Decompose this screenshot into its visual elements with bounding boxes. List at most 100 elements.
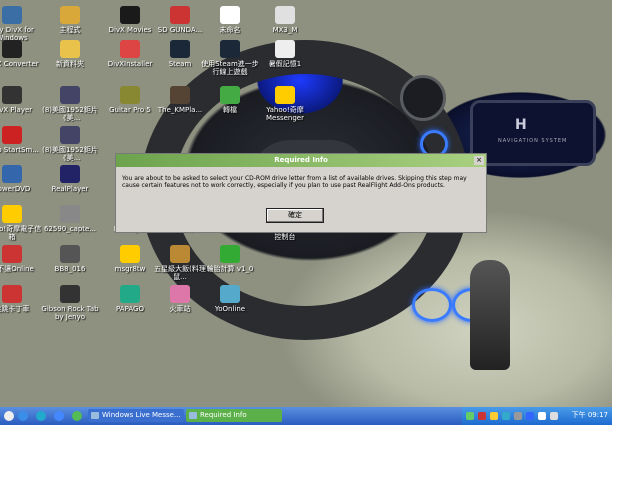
app-icon <box>2 245 22 263</box>
desktop-icon-label: MX3_M <box>272 26 298 34</box>
desktop-icon-label: 轉檔 <box>223 106 237 114</box>
desktop-icon-label: PowerDVD <box>0 185 31 193</box>
desktop-icon[interactable]: 未命名 <box>200 6 260 34</box>
close-button[interactable]: × <box>474 156 484 165</box>
close-icon: × <box>476 156 482 164</box>
wallpaper-nav-screen <box>470 100 596 166</box>
app-icon <box>189 412 197 419</box>
app-icon <box>220 285 240 303</box>
desktop-icon-label: (8)美國1952鉅片《美... <box>42 146 98 162</box>
app-icon <box>2 285 22 303</box>
app-icon <box>220 245 240 263</box>
tray-icon[interactable] <box>502 412 510 420</box>
messenger-icon <box>91 412 99 419</box>
app-icon <box>275 40 295 58</box>
ie-icon[interactable] <box>36 411 46 421</box>
desktop-icon[interactable]: 輪胎計算 v1_0 <box>200 245 260 273</box>
desktop-icon[interactable]: RealPlayer <box>40 165 100 193</box>
app-icon <box>60 126 80 144</box>
desktop-icon[interactable]: YoOnline <box>200 285 260 313</box>
desktop-icon-label: YoOnline <box>214 305 246 313</box>
desktop-icon-label: DivXInstaller <box>107 60 153 68</box>
tray-icon[interactable] <box>490 412 498 420</box>
app-icon <box>60 40 80 58</box>
desktop-icon-label: PAPAGO <box>116 305 144 313</box>
volume-icon[interactable] <box>538 412 546 420</box>
desktop-icon[interactable]: Yahoo!奇摩電子信箱 <box>0 205 42 241</box>
dialog-message: You are about to be asked to select your… <box>122 175 467 189</box>
app-icon <box>60 6 80 24</box>
desktop-icon[interactable]: 跳跳卡丁車 <box>0 285 42 313</box>
desktop-icon[interactable]: BB8_016 <box>40 245 100 273</box>
desktop-icon-label: 輪胎計算 v1_0 <box>206 265 254 273</box>
desktop-icon-label: 跳跳卡丁車 <box>0 305 30 313</box>
desktop-icon-label: Gibson Rock Tab by Jenyo <box>41 305 99 321</box>
app-icon <box>2 86 22 104</box>
wallpaper-air-vent <box>400 75 446 121</box>
media-icon[interactable] <box>72 411 82 421</box>
desktop-icon-label: 五星級大飯(料理鼠... <box>154 265 206 281</box>
app-icon <box>220 86 240 104</box>
app-icon <box>220 6 240 24</box>
desktop-icon[interactable]: 紅不讓Online <box>0 245 42 273</box>
app-icon <box>220 40 240 58</box>
wallpaper-honda-logo: H <box>515 117 527 133</box>
desktop-icon-label: RealPlayer <box>51 185 89 193</box>
desktop-icon-label: 主程式 <box>59 26 81 34</box>
desktop-icon-label: 紅不讓Online <box>0 265 34 273</box>
desktop-icon[interactable]: (8)美國1952鉅片《美... <box>40 126 100 162</box>
ok-button[interactable]: 確定 <box>266 208 324 223</box>
desktop-icon[interactable]: PowerDVD <box>0 165 42 193</box>
wallpaper-nav-label: NAVIGATION SYSTEM <box>498 138 568 144</box>
desktop-icon[interactable]: 主程式 <box>40 6 100 34</box>
desktop-icon[interactable]: 暑假記憶1 <box>255 40 315 68</box>
app-icon <box>60 285 80 303</box>
desktop-icon[interactable]: Buy DivX for Windows <box>0 6 42 42</box>
desktop-icon-label: Nero StartSm... <box>0 146 39 154</box>
tray-icon[interactable] <box>466 412 474 420</box>
app-icon <box>60 86 80 104</box>
desktop-icon-label: BB8_016 <box>54 265 86 273</box>
desktop-icon[interactable]: 新資料夾 <box>40 40 100 68</box>
taskbar-button-messenger[interactable]: Windows Live Messe... <box>88 409 184 422</box>
desktop-icon-label: 使用Steam進一步行線上遊戲 <box>201 60 259 76</box>
wallpaper-blue-ring <box>412 288 452 322</box>
ie-icon[interactable] <box>18 411 28 421</box>
app-icon <box>60 165 80 183</box>
desktop-icon[interactable]: Yahoo!奇摩 Messenger <box>255 86 315 122</box>
messenger-icon[interactable] <box>54 411 64 421</box>
taskbar-button-required-info[interactable]: Required Info <box>186 409 282 422</box>
app-icon <box>170 86 190 104</box>
tray-icon[interactable] <box>526 412 534 420</box>
app-icon <box>120 245 140 263</box>
network-icon[interactable] <box>550 412 558 420</box>
clock[interactable]: 下午 09:17 <box>572 410 608 420</box>
tray-icon[interactable] <box>514 412 522 420</box>
app-icon <box>120 6 140 24</box>
tray-icon[interactable] <box>478 412 486 420</box>
show-desktop-icon[interactable] <box>4 411 14 421</box>
desktop-icon-label: 未命名 <box>219 26 241 34</box>
dialog-titlebar[interactable]: Required Info × <box>116 154 486 167</box>
app-icon <box>2 126 22 144</box>
desktop-icon-label: Yahoo!奇摩電子信箱 <box>0 225 42 241</box>
desktop-icon[interactable]: DivX Player <box>0 86 42 114</box>
desktop-icon[interactable]: 轉檔 <box>200 86 260 114</box>
system-tray: 下午 09:17 <box>462 407 612 425</box>
desktop-icon[interactable]: Nero StartSm... <box>0 126 42 154</box>
desktop-icon[interactable]: 使用Steam進一步行線上遊戲 <box>200 40 260 76</box>
desktop-icon[interactable]: Gibson Rock Tab by Jenyo <box>40 285 100 321</box>
desktop-icon[interactable]: MX3_M <box>255 6 315 34</box>
app-icon <box>120 285 140 303</box>
desktop-icon[interactable]: 62590_capte... <box>40 205 100 233</box>
desktop-icon-label: Yahoo!奇摩 Messenger <box>265 106 304 122</box>
app-icon <box>60 205 80 223</box>
desktop-icon-label: Steam <box>168 60 192 68</box>
app-icon <box>2 165 22 183</box>
app-icon <box>120 40 140 58</box>
app-icon <box>275 6 295 24</box>
wallpaper-gear-shifter <box>470 260 510 370</box>
desktop-icon[interactable]: (8)美國1952鉅片《美... <box>40 86 100 122</box>
desktop-icon[interactable]: DivX Converter <box>0 40 42 68</box>
taskbar-button-label: Required Info <box>200 411 247 419</box>
